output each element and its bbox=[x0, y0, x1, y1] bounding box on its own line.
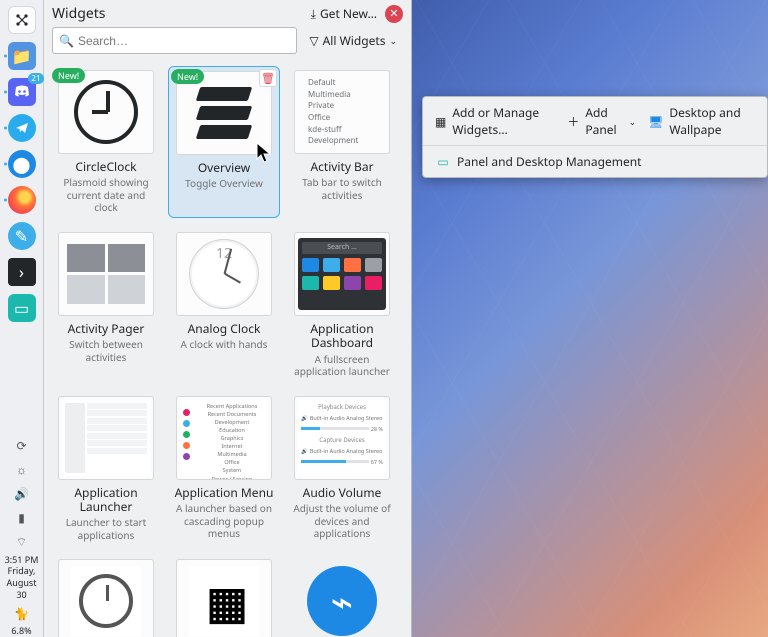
widget-bluetooth[interactable]: ⌁ bbox=[286, 555, 398, 637]
analogclock-thumb: 12 bbox=[176, 232, 272, 316]
widget-appmenu[interactable]: Recent Applications Recent Documents Dev… bbox=[168, 392, 280, 546]
taskbar-krita[interactable]: ✎ bbox=[2, 219, 42, 253]
widget-overview[interactable]: New! 🗑 Overview Toggle Overview bbox=[168, 66, 280, 218]
tray-wifi-icon[interactable]: ⌔ bbox=[2, 531, 42, 553]
widget-crossword[interactable]: ▦ bbox=[168, 555, 280, 637]
get-new-label: Get New… bbox=[320, 5, 377, 22]
activitypager-thumb bbox=[58, 232, 154, 316]
widget-desc: Launcher to start applications bbox=[52, 516, 160, 541]
widget-name: Analog Clock bbox=[188, 322, 261, 336]
widget-name: Application Menu bbox=[175, 486, 274, 500]
close-button[interactable]: ✕ bbox=[385, 5, 403, 23]
filter-icon: ▽ bbox=[309, 32, 318, 49]
taskbar-start[interactable] bbox=[2, 3, 42, 37]
widget-desc: A launcher based on cascading popup menu… bbox=[170, 502, 278, 540]
taskbar-cassette[interactable]: ▭ bbox=[2, 291, 42, 325]
clock2-thumb bbox=[58, 559, 154, 637]
tray-volume-icon[interactable]: 🔊 bbox=[2, 483, 42, 505]
download-icon: ⤓ bbox=[311, 5, 316, 22]
panel-icon: ▭ bbox=[435, 154, 451, 170]
widget-activitybar[interactable]: Default Multimedia Private Office kde-st… bbox=[286, 66, 398, 218]
plus-icon: ＋ bbox=[567, 113, 579, 129]
widgets-panel: Widgets ⤓ Get New… ✕ 🔍 ▽ All Widgets ⌄ N… bbox=[44, 0, 412, 637]
widget-name: Application Dashboard bbox=[288, 322, 396, 351]
new-badge: New! bbox=[171, 69, 204, 84]
audio-thumb: Playback Devices 🔊Built-in Audio Analog … bbox=[294, 396, 390, 480]
menu-label: Add or Manage Widgets… bbox=[452, 104, 555, 138]
filter-label: All Widgets bbox=[323, 32, 386, 49]
wallpaper-icon: 🖥 bbox=[648, 113, 663, 129]
menu-label: Desktop and Wallpape bbox=[669, 104, 755, 138]
menu-add-widgets[interactable]: ▦ Add or Manage Widgets… bbox=[429, 100, 561, 142]
taskbar-app-blue[interactable]: ⬤ bbox=[2, 147, 42, 181]
widget-desc: Plasmoid showing current date and clock bbox=[52, 176, 160, 214]
widget-analogclock[interactable]: 12 Analog Clock A clock with hands bbox=[168, 228, 280, 382]
menu-add-panel[interactable]: ＋ Add Panel ⌄ bbox=[561, 100, 642, 142]
desktop-context-menu: ▦ Add or Manage Widgets… ＋ Add Panel ⌄ 🖥… bbox=[422, 96, 768, 178]
chevron-down-icon: ⌄ bbox=[629, 115, 637, 128]
widgets-grid: New! CircleClock Plasmoid showing curren… bbox=[44, 60, 411, 637]
widgets-icon: ▦ bbox=[435, 113, 446, 129]
widget-name: Audio Volume bbox=[303, 486, 382, 500]
appdashboard-thumb: Search ... bbox=[294, 232, 390, 316]
taskbar-telegram[interactable] bbox=[2, 111, 42, 145]
panel-title: Widgets bbox=[52, 4, 303, 23]
widget-desc: A fullscreen application launcher bbox=[288, 353, 396, 378]
appmenu-thumb: Recent Applications Recent Documents Dev… bbox=[176, 396, 272, 480]
menu-label: Panel and Desktop Management bbox=[457, 153, 641, 170]
chevron-down-icon: ⌄ bbox=[389, 34, 397, 47]
menu-panel-management[interactable]: ▭ Panel and Desktop Management bbox=[429, 149, 647, 174]
widget-clock2[interactable] bbox=[50, 555, 162, 637]
menu-wallpaper[interactable]: 🖥 Desktop and Wallpape bbox=[642, 100, 761, 142]
widget-audiovolume[interactable]: Playback Devices 🔊Built-in Audio Analog … bbox=[286, 392, 398, 546]
widget-appdashboard[interactable]: Search ... Application Dashboard A fulls… bbox=[286, 228, 398, 382]
clock-date: 30 bbox=[16, 589, 26, 601]
crossword-thumb: ▦ bbox=[176, 559, 272, 637]
widget-desc: Toggle Overview bbox=[183, 177, 265, 190]
widget-name: Activity Pager bbox=[68, 322, 145, 336]
taskbar-firefox[interactable] bbox=[2, 183, 42, 217]
widget-desc: Switch between activities bbox=[52, 338, 160, 363]
new-badge: New! bbox=[52, 68, 85, 83]
discord-badge: 21 bbox=[28, 73, 43, 84]
tray-cat-icon[interactable]: 🐈 bbox=[2, 602, 42, 624]
search-field[interactable]: 🔍 bbox=[52, 27, 297, 54]
get-new-button[interactable]: ⤓ Get New… bbox=[311, 5, 377, 22]
taskbar-expand[interactable]: › bbox=[2, 255, 42, 289]
taskbar: 📁 21 ⬤ ✎ › ▭ ⟳ ☼ 🔊 ▮ ⌔ 3:51 PM Friday, A… bbox=[0, 0, 44, 637]
widget-name: Application Launcher bbox=[52, 486, 160, 515]
widget-desc: Adjust the volume of devices and applica… bbox=[288, 502, 396, 540]
widget-desc: Tab bar to switch activities bbox=[288, 176, 396, 201]
close-icon: ✕ bbox=[389, 6, 398, 21]
tray-brightness-icon[interactable]: ☼ bbox=[2, 459, 42, 481]
widget-activitypager[interactable]: Activity Pager Switch between activities bbox=[50, 228, 162, 382]
search-icon: 🔍 bbox=[59, 32, 74, 49]
taskbar-files[interactable]: 📁 bbox=[2, 39, 42, 73]
widget-name: Activity Bar bbox=[310, 160, 373, 174]
applauncher-thumb bbox=[58, 396, 154, 480]
widget-name: Overview bbox=[198, 161, 250, 175]
bluetooth-thumb: ⌁ bbox=[294, 559, 390, 637]
tray-refresh-icon[interactable]: ⟳ bbox=[2, 435, 42, 457]
search-input[interactable] bbox=[78, 34, 290, 48]
tray-battery-icon[interactable]: ▮ bbox=[2, 507, 42, 529]
battery-percent: 6.8% bbox=[11, 625, 31, 637]
delete-button[interactable]: 🗑 bbox=[259, 69, 277, 87]
activitybar-thumb: Default Multimedia Private Office kde-st… bbox=[294, 70, 390, 154]
widget-circleclock[interactable]: New! CircleClock Plasmoid showing curren… bbox=[50, 66, 162, 218]
widget-name: CircleClock bbox=[75, 160, 136, 174]
trash-icon: 🗑 bbox=[261, 71, 275, 86]
widget-desc: A clock with hands bbox=[179, 338, 270, 351]
widget-applauncher[interactable]: Application Launcher Launcher to start a… bbox=[50, 392, 162, 546]
menu-label: Add Panel bbox=[585, 104, 620, 138]
taskbar-discord[interactable]: 21 bbox=[2, 75, 42, 109]
filter-dropdown[interactable]: ▽ All Widgets ⌄ bbox=[303, 29, 403, 52]
